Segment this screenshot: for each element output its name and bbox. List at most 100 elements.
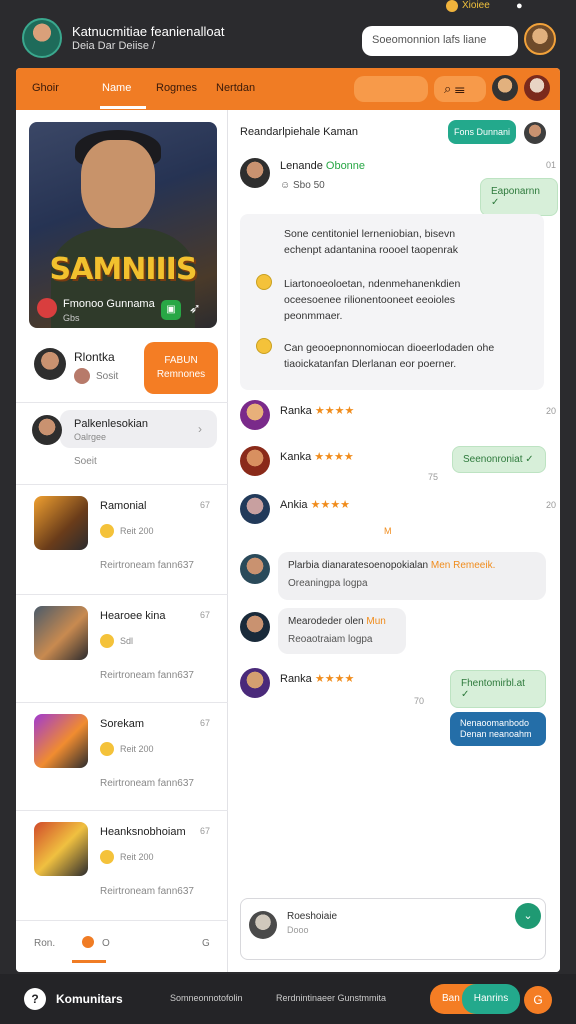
friend-avatar[interactable]: [34, 348, 66, 380]
message-time: 75: [428, 472, 439, 482]
reply-bubble[interactable]: Eaponarnn ✓: [480, 178, 558, 216]
footer-link[interactable]: Somneonnotofolin: [170, 993, 243, 1003]
featured-game-sub: Gbs: [63, 313, 80, 323]
rating-stars: ★★★★: [314, 451, 354, 463]
author-tag: Mun: [366, 616, 386, 627]
join-button-label: FABUN Remnones: [156, 355, 206, 380]
sidebar-footer-left[interactable]: Ron.: [34, 938, 55, 949]
status-text: Xioiee: [462, 0, 490, 11]
footer-bar: ? Komunitars Somneonnotofolin Rerdnintin…: [0, 974, 576, 1024]
logo-icon: ?: [24, 988, 46, 1010]
game-list-item[interactable]: Ramonial 67 Reit 200 Reirtroneam fann637: [16, 496, 228, 604]
message-avatar: [240, 446, 270, 476]
reply-bubble[interactable]: Seenonroniat ✓: [452, 446, 546, 473]
message-bubble: Plarbia dianaratesoenopokialan Men Remee…: [278, 552, 546, 600]
conversation-sub: Oalrgee: [74, 432, 107, 442]
profile-avatar[interactable]: [524, 23, 556, 55]
message-sub-text: Sbo 50: [293, 180, 325, 191]
footer-button-secondary[interactable]: Hanrins: [462, 984, 520, 1014]
compose-avatar: [249, 911, 277, 939]
game-count: 67: [200, 826, 211, 836]
message-author: Ankia ★★★★: [280, 498, 350, 511]
chat-title: Reandarlpiehale Kaman: [240, 126, 359, 138]
chat-pane: Reandarlpiehale Kaman Fons Dunnani Lenan…: [228, 110, 560, 972]
sent-message-bubble[interactable]: Nenaoomanbodo Denan neanoahm: [450, 712, 546, 746]
game-footer: Reirtroneam fann637: [100, 670, 194, 681]
game-sub: Reit 200: [120, 852, 154, 862]
message-time: 70: [414, 696, 425, 706]
message-line: Sone centitoniel lerneniobian, bisevn: [284, 228, 456, 240]
game-sub: Reit 200: [120, 744, 154, 754]
featured-game-card[interactable]: SAMNIIIS Fmonoo Gunnama Gbs ▣ ➶: [29, 122, 217, 328]
tab-home[interactable]: Ghoir: [32, 82, 59, 94]
chat-action-button[interactable]: Fons Dunnani: [448, 120, 516, 144]
conversation-meta: Soeit: [74, 456, 97, 467]
friend-mini-avatar: [74, 368, 90, 384]
play-button[interactable]: ▣: [161, 300, 181, 320]
author-name: Plarbia dianaratesoenopokialan: [288, 560, 429, 571]
message-avatar: [240, 668, 270, 698]
message-avatar: [240, 554, 270, 584]
friend-avatar[interactable]: [524, 75, 550, 101]
message-time: 20: [546, 500, 557, 510]
message-line: Liartonoeoloetan, ndenmehanenkdien: [284, 278, 461, 290]
send-button[interactable]: ⌄: [515, 903, 541, 929]
reply-bubble[interactable]: Fhentomirbl.at ✓: [450, 670, 546, 708]
game-sub: Sdl: [120, 636, 134, 646]
game-count: 67: [200, 500, 211, 510]
emoji-icon: [256, 338, 272, 354]
author-tag: Men Remeeik.: [430, 560, 496, 571]
message-line: tiaoickatanfan Dlerlanan eor poerner.: [284, 358, 457, 370]
share-icon[interactable]: ➶: [189, 300, 201, 317]
message-block: Sone centitoniel lerneniobian, bisevn ec…: [240, 214, 544, 390]
footer-link[interactable]: Rerdnintinaeer Gunstmmita: [276, 993, 386, 1003]
message-sub: ☺ Sbo 50: [280, 180, 325, 191]
tab-search-button[interactable]: ⌕ ☰: [434, 76, 486, 102]
tab-name[interactable]: Name: [102, 82, 131, 94]
message-author: Mearodeder olen Mun: [288, 616, 386, 627]
notification-icon[interactable]: ●: [516, 0, 523, 12]
friend-avatar[interactable]: [492, 75, 518, 101]
tab-network[interactable]: Nertdan: [216, 82, 255, 94]
sidebar-footer-center[interactable]: O: [102, 938, 110, 949]
sent-message-text: Nenaoomanbodo Denan neanoahm: [460, 718, 532, 739]
divider: [16, 402, 228, 403]
tab-bar: Ghoir Name Rogmes Nertdan ⌕ ☰: [16, 68, 560, 110]
game-name: Heanksnobhoiam: [100, 826, 186, 838]
game-list-item[interactable]: Hearoee kina 67 Sdl Reirtroneam fann637: [16, 606, 228, 714]
divider: [16, 594, 228, 595]
author-name: Ankia: [280, 499, 308, 511]
sidebar-footer-indicator: [72, 960, 106, 963]
message-time: 20: [546, 406, 557, 416]
message-avatar: [240, 494, 270, 524]
top-bar: Xioiee ● Katnucmitiae feanienalloat Deia…: [0, 0, 576, 68]
divider: [16, 810, 228, 811]
tab-bar-pill-button[interactable]: [354, 76, 428, 102]
tab-games[interactable]: Rogmes: [156, 82, 197, 94]
user-avatar[interactable]: [22, 18, 62, 58]
message-author: Lenande Obonne: [280, 160, 365, 172]
rating-stars: ★★★★: [310, 499, 351, 511]
conversation-avatar: [32, 415, 62, 445]
chat-user-avatar[interactable]: [524, 122, 546, 144]
status-coin-icon: [446, 0, 458, 12]
game-thumbnail: [34, 714, 88, 768]
sidebar: SAMNIIIS Fmonoo Gunnama Gbs ▣ ➶ Rlontka …: [16, 110, 228, 972]
emoji-icon: [256, 274, 272, 290]
search-placeholder: Soeomonnion lafs liane: [372, 34, 487, 46]
coin-icon: [100, 742, 114, 756]
divider: [16, 484, 228, 485]
footer-icon-button[interactable]: G: [524, 986, 552, 1014]
join-button[interactable]: FABUN Remnones: [144, 342, 218, 394]
search-input[interactable]: Soeomonnion lafs liane: [362, 26, 518, 56]
active-tab-indicator: [100, 106, 146, 109]
rating-stars: ★★★★: [314, 405, 355, 417]
game-list-item[interactable]: Sorekam 67 Reit 200 Reirtroneam fann637: [16, 714, 228, 822]
message-avatar: [240, 612, 270, 642]
search-icon: ⌕: [444, 81, 452, 96]
game-list-item[interactable]: Heanksnobhoiam 67 Reit 200 Reirtroneam f…: [16, 822, 228, 930]
sidebar-footer-right[interactable]: G: [202, 938, 210, 949]
conversation-name: Palkenlesokian: [74, 418, 148, 430]
compose-box[interactable]: Roeshoiaie Dooo ⌄: [240, 898, 546, 960]
message-line: Can geooepnonnomiocan dioeerlodaden ohe: [284, 342, 495, 354]
